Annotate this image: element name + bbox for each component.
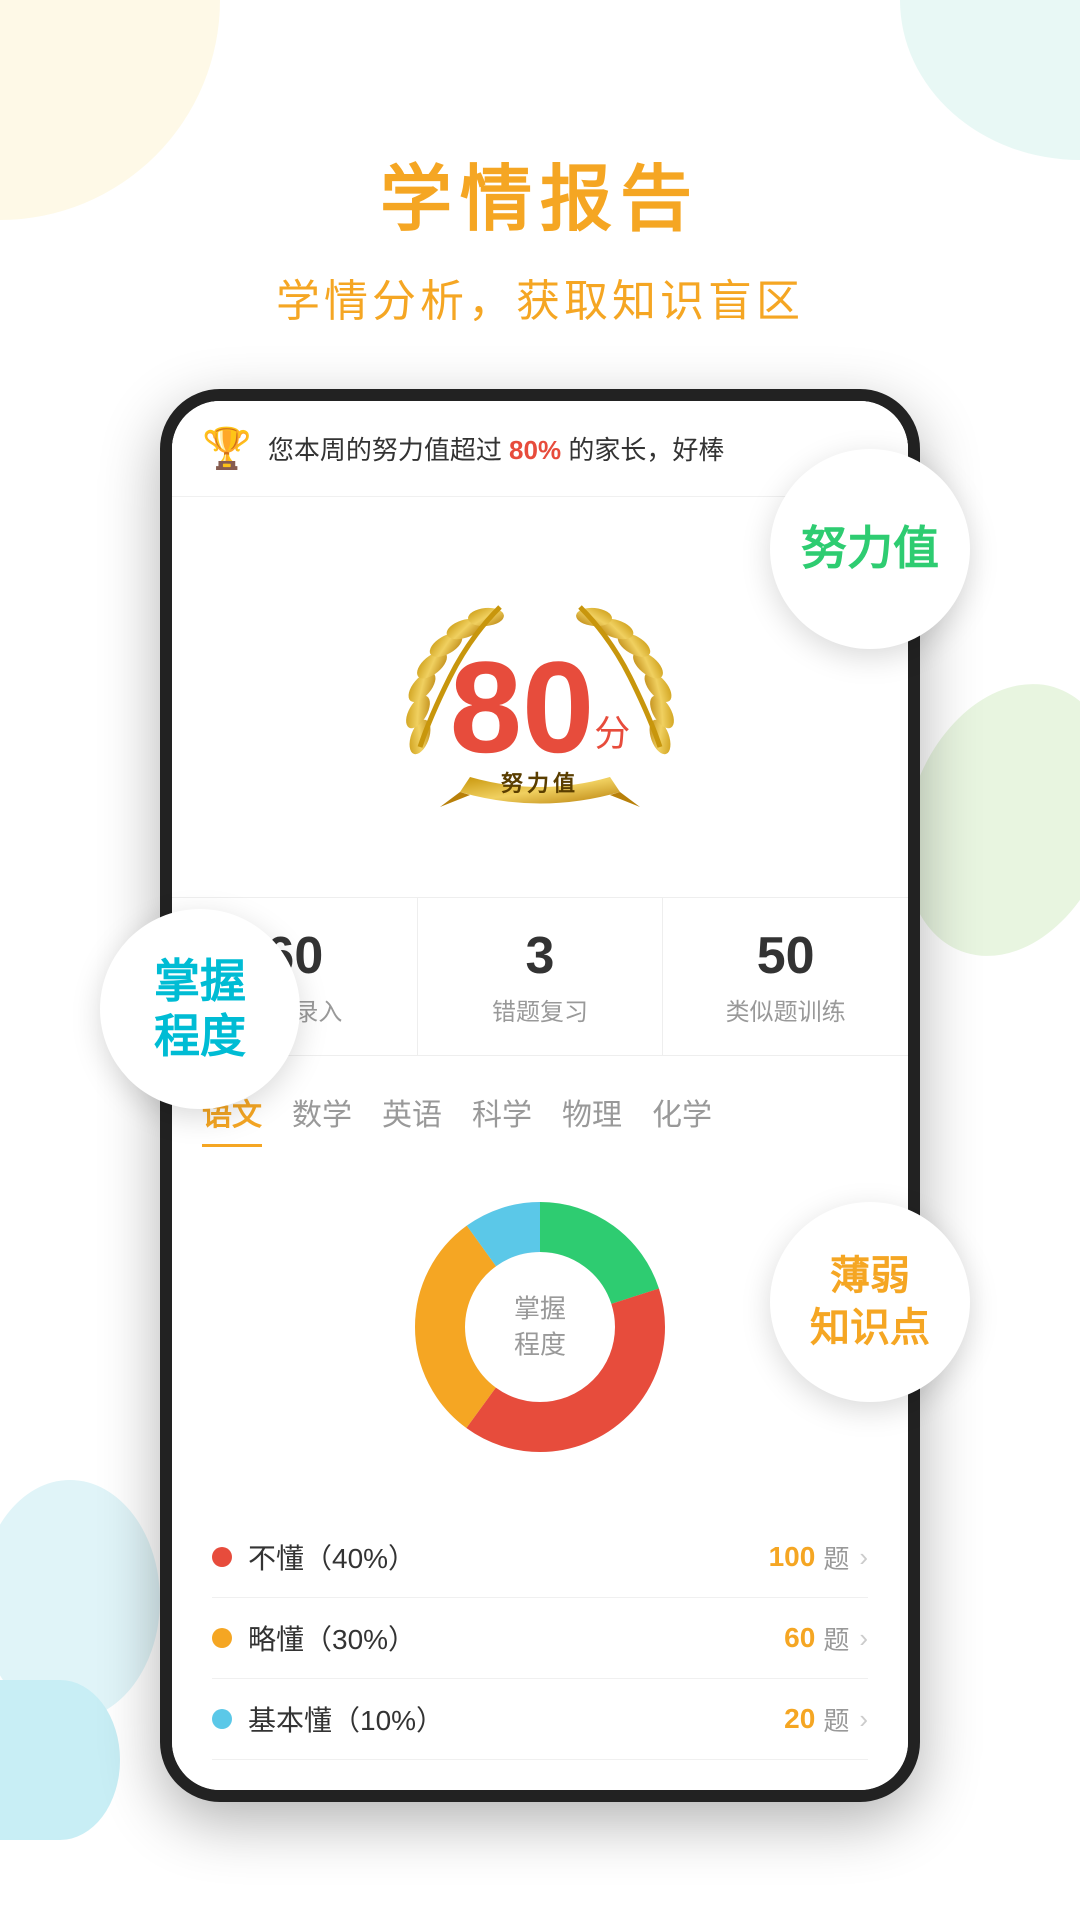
legend-unit-0: 题 <box>823 1539 849 1576</box>
trophy-icon: 🏆 <box>202 425 252 472</box>
badge-mastery-text: 掌握程度 <box>154 954 246 1064</box>
legend-arrow-2: › <box>859 1704 868 1735</box>
legend-arrow-0: › <box>859 1542 868 1573</box>
phone-container: 努力值 掌握程度 薄弱知识点 🏆 您本周的努力值超过 80% 的家长，好棒 <box>130 389 950 1802</box>
subject-tab-chemistry[interactable]: 化学 <box>652 1090 712 1147</box>
donut-chart: 掌握程度 <box>390 1177 690 1477</box>
legend-item-0[interactable]: 不懂（40%） 100 题 › <box>212 1517 868 1598</box>
legend-label-2: 基本懂（10%） <box>248 1699 784 1739</box>
stat-item-similar: 50 类似题训练 <box>663 898 908 1055</box>
legend-list: 不懂（40%） 100 题 › 略懂（30%） 60 题 › 基本懂（10%） … <box>172 1507 908 1790</box>
page-title: 学情报告 <box>0 140 1080 245</box>
header: 学情报告 学情分析，获取知识盲区 <box>0 0 1080 329</box>
legend-label-1: 略懂（30%） <box>248 1618 784 1658</box>
subject-tab-math[interactable]: 数学 <box>292 1090 352 1147</box>
legend-arrow-1: › <box>859 1623 868 1654</box>
badge-weak: 薄弱知识点 <box>770 1202 970 1402</box>
subject-tab-science[interactable]: 科学 <box>472 1090 532 1147</box>
stat-item-wrong-review: 3 错题复习 <box>418 898 664 1055</box>
stat-label-1: 错题复习 <box>428 992 653 1027</box>
bg-decoration-bottom-left2 <box>0 1680 120 1840</box>
legend-count-2: 20 <box>784 1703 815 1735</box>
page-subtitle: 学情分析，获取知识盲区 <box>0 265 1080 329</box>
legend-unit-1: 题 <box>823 1620 849 1657</box>
notification-text: 您本周的努力值超过 80% 的家长，好棒 <box>268 430 725 467</box>
notif-percent: 80% <box>509 435 561 465</box>
legend-count-1: 60 <box>784 1622 815 1654</box>
legend-dot-0 <box>212 1547 232 1567</box>
subject-tab-english[interactable]: 英语 <box>382 1090 442 1147</box>
score-unit: 分 <box>594 713 630 754</box>
legend-item-2[interactable]: 基本懂（10%） 20 题 › <box>212 1679 868 1760</box>
subject-tabs[interactable]: 语文 数学 英语 科学 物理 化学 <box>172 1066 908 1147</box>
badge-mastery: 掌握程度 <box>100 909 300 1109</box>
stat-number-2: 50 <box>673 926 898 986</box>
legend-label-0: 不懂（40%） <box>248 1537 769 1577</box>
subject-tab-physics[interactable]: 物理 <box>562 1090 622 1147</box>
score-number: 80 <box>450 634 595 780</box>
stat-number-1: 3 <box>428 926 653 986</box>
legend-unit-2: 题 <box>823 1701 849 1738</box>
legend-dot-1 <box>212 1628 232 1648</box>
laurel-container: 努力值 80分 <box>350 537 730 857</box>
badge-weak-text: 薄弱知识点 <box>810 1250 930 1354</box>
legend-dot-2 <box>212 1709 232 1729</box>
legend-item-1[interactable]: 略懂（30%） 60 题 › <box>212 1598 868 1679</box>
badge-effort: 努力值 <box>770 449 970 649</box>
score-display: 80分 <box>450 642 631 772</box>
badge-effort-text: 努力值 <box>801 521 939 576</box>
legend-count-0: 100 <box>769 1541 816 1573</box>
donut-center-label: 掌握程度 <box>514 1291 566 1364</box>
stat-label-2: 类似题训练 <box>673 992 898 1027</box>
